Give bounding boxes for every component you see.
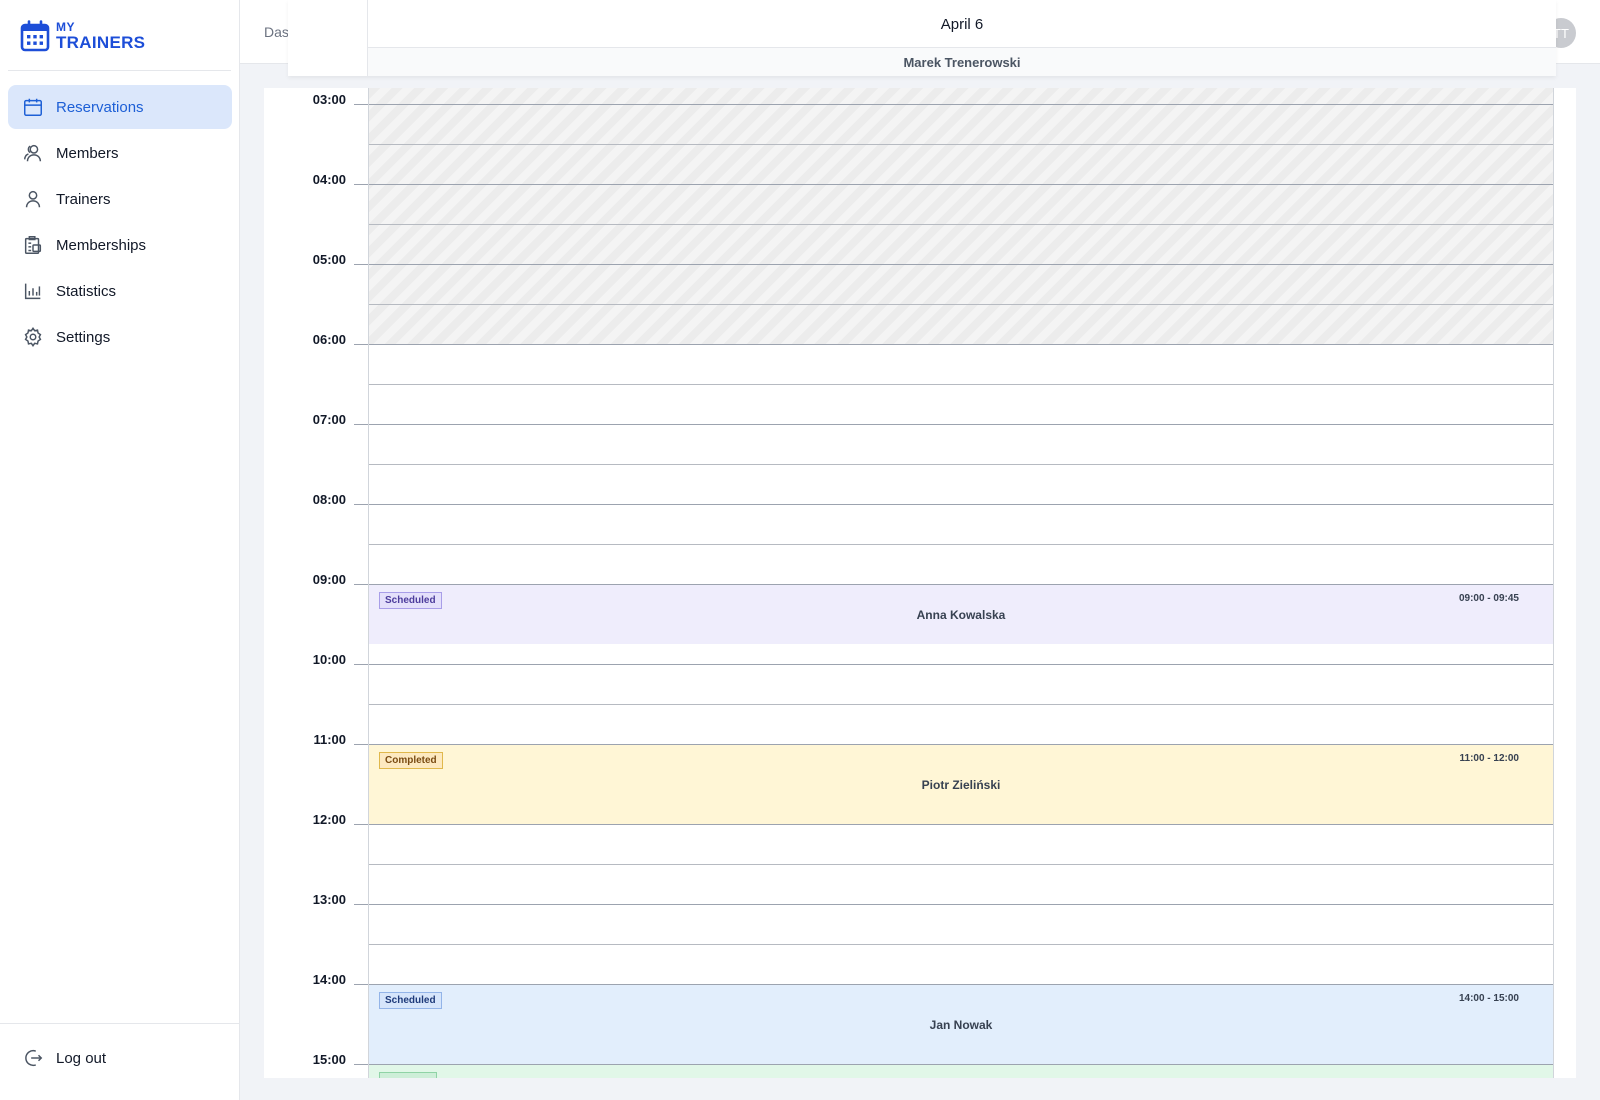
event-time: 14:00 - 15:00 — [1458, 993, 1519, 1004]
chart-icon — [24, 283, 41, 300]
reservation-event[interactable]: Scheduled 09:00 - 09:45 Anna Kowalska — [369, 584, 1553, 644]
sidebar-item-label: Settings — [56, 328, 111, 346]
hour-tick — [354, 184, 368, 185]
sidebar-item-label: Memberships — [56, 236, 147, 254]
logout-label: Log out — [56, 1049, 107, 1067]
sidebar-item-label: Trainers — [56, 190, 111, 208]
time-label: 06:00 — [312, 332, 346, 347]
breadcrumb[interactable]: Das — [264, 24, 289, 40]
time-label: 03:00 — [312, 92, 346, 107]
hour-tick — [354, 424, 368, 425]
logo[interactable]: MY TRAINERS — [20, 20, 145, 52]
reservation-event[interactable]: Completed 11:00 - 12:00 Piotr Zieliński — [369, 744, 1553, 824]
hour-tick — [354, 824, 368, 825]
sidebar: MY TRAINERS Reservations Members Trainer… — [0, 0, 240, 1100]
hour-tick — [354, 584, 368, 585]
half-hour-line — [369, 144, 1553, 145]
hour-line — [369, 264, 1553, 265]
event-time: 09:00 - 09:45 — [1458, 593, 1519, 604]
half-hour-line — [369, 304, 1553, 305]
calendar-logo-icon — [20, 20, 50, 52]
half-hour-line — [369, 384, 1553, 385]
time-label: 13:00 — [312, 892, 346, 907]
sidebar-item-trainers[interactable]: Trainers — [8, 177, 232, 221]
logout-icon — [25, 1049, 43, 1067]
status-badge — [379, 1072, 437, 1078]
event-member-name: Anna Kowalska — [916, 608, 1006, 622]
time-label: 15:00 — [312, 1052, 346, 1067]
event-member-name: Piotr Zieliński — [921, 778, 1001, 792]
hour-tick — [354, 104, 368, 105]
hour-line — [369, 824, 1553, 825]
half-hour-line — [369, 944, 1553, 945]
hour-tick — [354, 664, 368, 665]
hour-tick — [354, 984, 368, 985]
hour-tick — [354, 504, 368, 505]
header-corner — [288, 0, 368, 76]
event-member-name: Jan Nowak — [929, 1018, 993, 1032]
logo-divider — [8, 70, 231, 71]
gear-icon — [24, 327, 42, 347]
half-hour-line — [369, 464, 1553, 465]
time-label: 14:00 — [312, 972, 346, 987]
hour-line — [369, 344, 1553, 345]
hour-tick — [354, 1064, 368, 1065]
user-icon — [25, 190, 41, 208]
sidebar-item-label: Members — [56, 144, 119, 162]
memberships-icon — [24, 236, 42, 254]
hour-line — [369, 424, 1553, 425]
sidebar-item-reservations[interactable]: Reservations — [8, 85, 232, 129]
calendar-header: April 6 Marek Trenerowski — [288, 0, 1556, 76]
reservation-event[interactable]: Scheduled 14:00 - 15:00 Jan Nowak — [369, 984, 1553, 1064]
time-label: 09:00 — [312, 572, 346, 587]
hour-tick — [354, 264, 368, 265]
hour-line — [369, 184, 1553, 185]
time-label: 10:00 — [312, 652, 346, 667]
calendar-date: April 6 — [940, 16, 984, 33]
sidebar-item-label: Statistics — [56, 282, 117, 300]
time-label: 07:00 — [312, 412, 346, 427]
half-hour-line — [369, 544, 1553, 545]
hour-line — [369, 504, 1553, 505]
sidebar-item-statistics[interactable]: Statistics — [8, 269, 232, 313]
sidebar-item-memberships[interactable]: Memberships — [8, 223, 232, 267]
time-label: 12:00 — [312, 812, 346, 827]
calendar-day-view: 03:00 04:00 05:00 06:00 07:00 08:00 09:00 10:00… — [264, 88, 1576, 1078]
status-badge: Completed — [379, 752, 443, 769]
sidebar-item-label: Reservations — [56, 98, 144, 116]
hour-line — [369, 104, 1553, 105]
reservation-event[interactable] — [369, 1064, 1553, 1078]
sidebar-nav: Reservations Members Trainers Membership… — [8, 85, 232, 361]
status-badge: Scheduled — [379, 592, 442, 609]
time-label: 08:00 — [312, 492, 346, 507]
time-label: 11:00 — [313, 732, 346, 747]
trainer-column-header: Marek Trenerowski — [368, 47, 1556, 76]
half-hour-line — [369, 224, 1553, 225]
unavailable-hours — [369, 88, 1553, 344]
logout-button[interactable]: Log out — [8, 1036, 232, 1080]
time-label: 04:00 — [312, 172, 346, 187]
calendar-icon — [24, 98, 42, 116]
hour-tick — [354, 904, 368, 905]
hour-tick — [354, 744, 368, 745]
half-hour-line — [369, 864, 1553, 865]
sidebar-bottom-divider — [0, 1023, 239, 1024]
hour-line — [369, 904, 1553, 905]
calendar-grid[interactable]: Scheduled 09:00 - 09:45 Anna Kowalska Compl… — [368, 88, 1554, 1078]
sidebar-item-members[interactable]: Members — [8, 131, 232, 175]
hour-line — [369, 664, 1553, 665]
sidebar-item-settings[interactable]: Settings — [8, 315, 232, 359]
status-badge: Scheduled — [379, 992, 442, 1009]
half-hour-line — [369, 704, 1553, 705]
time-column: 03:00 04:00 05:00 06:00 07:00 08:00 09:00 10:00… — [264, 88, 368, 1078]
logo-big-text: TRAINERS — [56, 33, 146, 52]
time-label: 05:00 — [312, 252, 346, 267]
logo-small-text: MY — [56, 20, 75, 34]
event-time: 11:00 - 12:00 — [1459, 753, 1520, 764]
members-icon — [24, 144, 42, 162]
hour-tick — [354, 344, 368, 345]
